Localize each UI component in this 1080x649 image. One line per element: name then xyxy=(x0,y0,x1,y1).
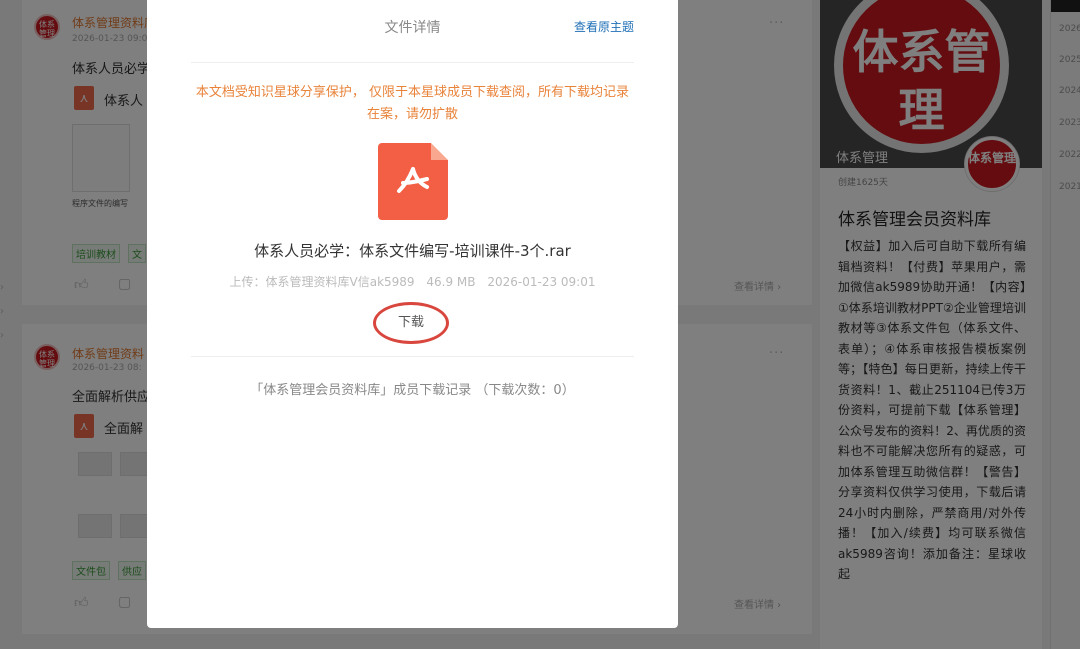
download-area: 下载 xyxy=(373,302,449,344)
uploader: 上传：体系管理资料库V信ak5989 xyxy=(229,275,415,289)
view-original-topic-link[interactable]: 查看原主题 xyxy=(574,18,634,35)
file-meta: 上传：体系管理资料库V信ak5989 46.9 MB 2026-01-23 09… xyxy=(147,273,678,290)
divider xyxy=(191,62,634,63)
download-records-link[interactable]: 「体系管理会员资料库」成员下载记录 （下载次数：0） xyxy=(147,379,678,398)
file-size: 46.9 MB xyxy=(426,275,476,289)
download-button[interactable]: 下载 xyxy=(373,302,449,344)
file-detail-modal: 文件详情 查看原主题 本文档受知识星球分享保护， 仅限于本星球成员下载查阅，所有… xyxy=(147,0,678,628)
upload-time: 2026-01-23 09:01 xyxy=(487,275,596,289)
divider xyxy=(191,356,634,357)
protection-notice: 本文档受知识星球分享保护， 仅限于本星球成员下载查阅，所有下载均记录在案，请勿扩… xyxy=(195,85,630,122)
file-name: 体系人员必学：体系文件编写-培训课件-3个.rar xyxy=(254,242,571,260)
pdf-file-icon xyxy=(378,143,448,220)
